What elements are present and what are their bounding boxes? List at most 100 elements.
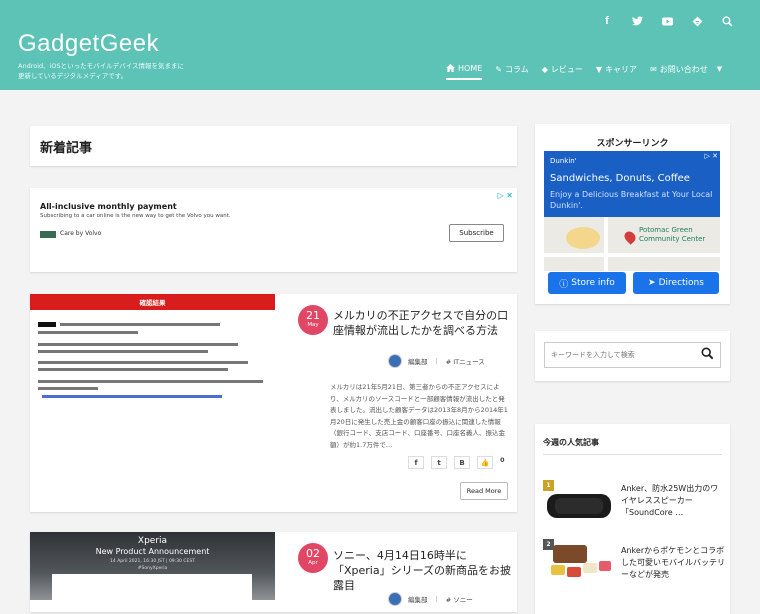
nav-column[interactable]: ✎ コラム (495, 64, 528, 75)
thumbnail-header: 確認結果 (30, 294, 275, 310)
search-input[interactable] (544, 342, 721, 368)
ad-headline: Sandwiches, Donuts, Coffee (550, 173, 690, 184)
ad-button-row: ⓘ Store info ➤ Directions (544, 271, 720, 297)
nav-contact-label: お問い合わせ (659, 64, 708, 74)
doc-line (38, 380, 263, 383)
ad-brand: Dunkin' (550, 157, 577, 165)
share-count: 0 (500, 455, 505, 464)
carrier-icon: ▼ (595, 64, 603, 74)
sponsor-widget: スポンサーリンク ▷ ✕ Dunkin' Sandwiches, Donuts,… (535, 124, 730, 304)
directions-label: Directions (658, 278, 704, 288)
redaction-mark (38, 322, 56, 327)
popular-title: 今週の人気記事 (543, 438, 599, 447)
search-widget (535, 331, 730, 381)
article-excerpt: メルカリは21年5月21日、第三者からの不正アクセスにより、メルカリのソースコー… (330, 383, 508, 449)
nav-review[interactable]: ◆ レビュー (542, 64, 583, 75)
site-tagline: Android、iOSといったモバイルデバイス情報を気ままに更新しているデジタル… (18, 62, 184, 80)
avatar (388, 592, 402, 606)
thumbnail-line: Xperia (137, 536, 168, 546)
date-month: Apr (308, 560, 318, 566)
youtube-icon[interactable] (652, 13, 682, 29)
map-label: Potomac Green Community Center (639, 226, 706, 243)
social-links: f (592, 13, 742, 29)
like-icon[interactable]: 👍 (477, 456, 493, 469)
home-icon (446, 64, 455, 72)
date-badge: 21 May (298, 305, 328, 335)
thumbnail-line: New Product Announcement (95, 547, 210, 556)
article-tag[interactable]: # ソニー (446, 594, 473, 604)
article-meta: 編集部 | # ソニー (388, 592, 473, 606)
sponsor-title: スポンサーリンク (596, 139, 669, 149)
date-badge: 02 Apr (298, 543, 328, 573)
nav-home[interactable]: HOME (446, 64, 483, 80)
section-heading: 新着記事 (40, 141, 93, 156)
doc-line (38, 361, 248, 364)
ad-subtitle: Subscribing to a car online is the new w… (40, 213, 231, 219)
subscribe-button[interactable]: Subscribe (449, 224, 504, 242)
section-heading-card: 新着記事 (30, 126, 517, 166)
site-logo[interactable]: GadgetGeek (18, 30, 159, 58)
directions-button[interactable]: ➤ Directions (633, 272, 719, 294)
volvo-logo (40, 231, 56, 238)
rank-badge: 1 (543, 480, 554, 491)
ad-choices-icon[interactable]: ▷ ✕ (498, 191, 513, 200)
date-day: 21 (306, 309, 320, 322)
popular-article-title[interactable]: Anker、防水25W出力のワイヤレススピーカー「SoundCore … (621, 483, 725, 519)
store-info-button[interactable]: ⓘ Store info (548, 272, 626, 294)
twitter-icon[interactable] (622, 13, 652, 29)
doc-line (60, 323, 220, 326)
thumbnail-panel (52, 574, 252, 600)
article-title[interactable]: メルカリの不正アクセスで自分の口座情報が流出したかを調べる方法 (333, 308, 513, 338)
site-header: GadgetGeek Android、iOSといったモバイルデバイス情報を気まま… (0, 0, 760, 90)
nav-carrier-label: キャリア (605, 64, 638, 74)
popular-article-title[interactable]: Ankerからポケモンとコラボした可愛いモバイルバッテリーなどが発売 (621, 545, 725, 581)
nav-column-label: コラム (504, 64, 529, 74)
ad-brand: Care by Volvo (60, 230, 102, 237)
doc-line (38, 350, 208, 353)
store-info-label: Store info (571, 278, 615, 288)
article-tag[interactable]: # ITニュース (446, 356, 485, 366)
divider (543, 454, 722, 455)
ad-map[interactable]: Potomac Green Community Center (544, 217, 720, 277)
article-meta: 編集部 | # ITニュース (388, 354, 485, 368)
banner-ad[interactable]: All-inclusive monthly payment Subscribin… (30, 188, 517, 272)
doc-line (38, 343, 238, 346)
rank-badge: 2 (543, 539, 554, 550)
map-area (566, 227, 600, 249)
map-road (544, 253, 720, 257)
info-icon: ⓘ (559, 279, 569, 290)
popular-widget: 今週の人気記事 1 Anker、防水25W出力のワイヤレススピーカー「Sound… (535, 424, 730, 614)
column-icon: ✎ (495, 64, 502, 74)
search-icon[interactable] (712, 13, 742, 29)
avatar (388, 354, 402, 368)
divider: | (435, 357, 438, 365)
feedly-icon[interactable] (682, 13, 712, 29)
share-buttons: f t B 👍 0 (408, 456, 505, 469)
review-icon: ◆ (541, 64, 548, 74)
ad-body: Enjoy a Delicious Breakfast at Your Loca… (550, 190, 713, 210)
article-thumbnail[interactable]: Xperia New Product Announcement 14 April… (30, 532, 275, 600)
doc-line (38, 368, 228, 371)
read-more-button[interactable]: Read More (460, 482, 508, 500)
hatena-share-icon[interactable]: B (454, 456, 470, 469)
twitter-share-icon[interactable]: t (431, 456, 447, 469)
article-thumbnail[interactable]: 確認結果 (30, 294, 275, 418)
nav-contact[interactable]: ✉ お問い合わせ (650, 64, 708, 75)
divider: | (435, 595, 438, 603)
doc-line (38, 331, 138, 334)
article-author[interactable]: 編集部 (408, 356, 428, 366)
nav-carrier[interactable]: ▼ キャリア (596, 64, 637, 75)
doc-link (42, 395, 222, 398)
facebook-icon[interactable]: f (592, 13, 622, 29)
article-title[interactable]: ソニー、4月14日16時半に「Xperia」シリーズの新商品をお披露目 (333, 548, 513, 593)
article-author[interactable]: 編集部 (408, 594, 428, 604)
thumbnail-line: 14 April 2021, 16:30 JST | 09:30 CEST (110, 559, 195, 564)
facebook-share-icon[interactable]: f (408, 456, 424, 469)
search-icon[interactable] (701, 347, 714, 363)
ad-choices-icon[interactable]: ▷ ✕ (705, 152, 718, 160)
article-card: 確認結果 21 May メルカリの不正アクセスで自分の口座情報が流出したかを調べ… (30, 294, 517, 512)
sponsor-ad[interactable]: ▷ ✕ Dunkin' Sandwiches, Donuts, Coffee E… (544, 151, 720, 297)
chevron-down-icon[interactable]: ▼ (717, 65, 722, 73)
thumbnail-line: #SonyXperia (137, 566, 168, 571)
date-month: May (307, 322, 319, 328)
